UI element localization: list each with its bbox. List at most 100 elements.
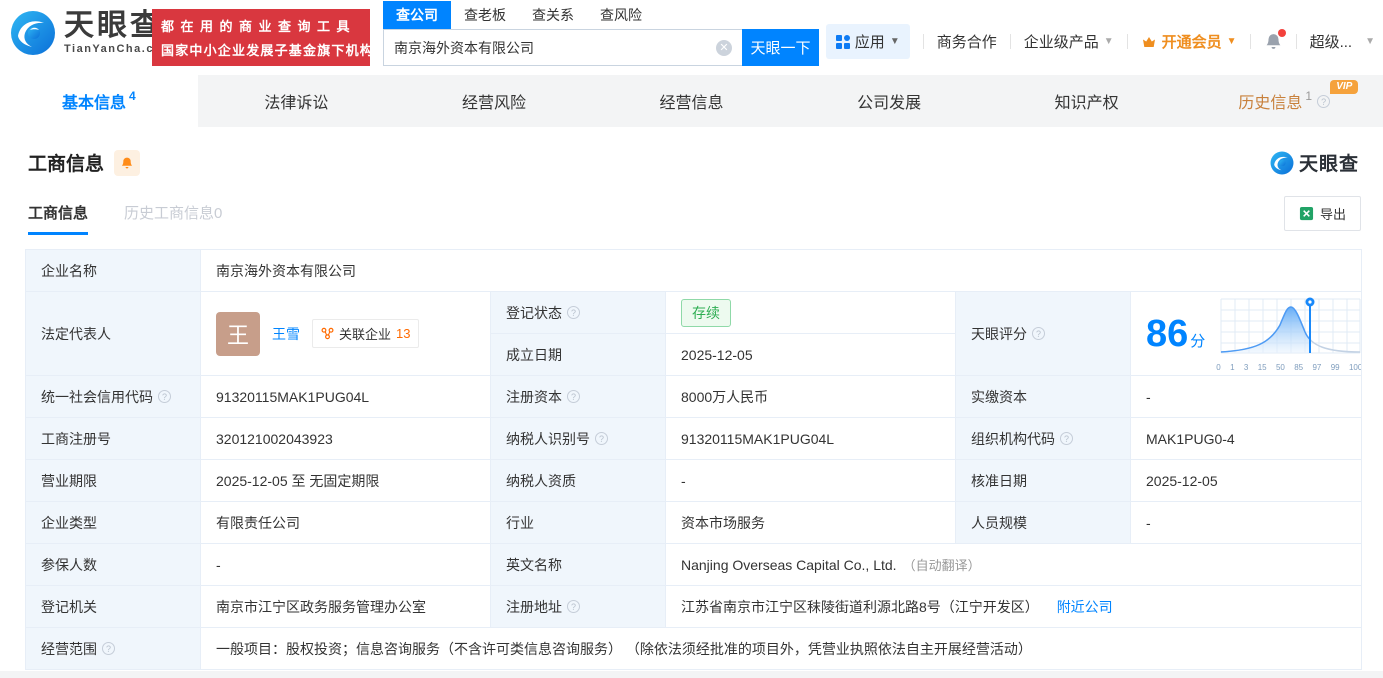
promo-line1: 都在用的商业查询工具: [161, 19, 357, 34]
tab-history-info[interactable]: VIP 历史信息 1: [1185, 75, 1383, 127]
help-icon[interactable]: [567, 600, 580, 613]
label-text: 登记状态: [506, 304, 562, 321]
score-curve-chart: [1220, 297, 1361, 354]
tab-label: 知识产权: [1054, 95, 1119, 112]
legal-rep-link[interactable]: 王雪: [272, 324, 300, 344]
org-code-label: 组织机构代码: [955, 417, 1131, 460]
search-box: ✕: [383, 29, 742, 66]
table-row: 企业类型 有限责任公司 行业 资本市场服务 人员规模 -: [25, 501, 1363, 544]
export-button[interactable]: 导出: [1283, 196, 1361, 231]
help-icon[interactable]: [158, 390, 171, 403]
tianyancha-watermark: 天眼查: [1270, 149, 1359, 176]
approval-date-label: 核准日期: [955, 459, 1131, 502]
top-header: 天眼查 TianYanCha.com 都在用的商业查询工具 国家中小企业发展子基…: [0, 0, 1383, 75]
search-tab-boss[interactable]: 查老板: [451, 1, 519, 29]
taxpayer-quality-label: 纳税人资质: [490, 459, 666, 502]
help-icon[interactable]: [567, 390, 580, 403]
search-tab-company[interactable]: 查公司: [383, 1, 451, 29]
tianyancha-logo-icon: [11, 11, 55, 55]
search-input[interactable]: [394, 39, 716, 56]
tab-intellectual-property[interactable]: 知识产权: [988, 75, 1186, 127]
reg-capital-label: 注册资本: [490, 375, 666, 418]
org-code-value: MAK1PUG0-4: [1129, 417, 1363, 460]
business-cooperation-link[interactable]: 商务合作: [937, 31, 997, 52]
crown-icon: [1142, 36, 1155, 47]
tianyancha-logo[interactable]: 天眼查 TianYanCha.com: [10, 10, 173, 56]
related-companies-count: 13: [396, 326, 411, 341]
score-cell: 86 分 0 1 3 15 50 85 97 99 100: [1129, 291, 1363, 376]
user-account-menu[interactable]: 超级...: [1310, 31, 1353, 52]
approval-date-value: 2025-12-05: [1129, 459, 1363, 502]
notification-bell[interactable]: [1264, 29, 1286, 51]
reg-address-label: 注册地址: [490, 585, 666, 628]
tab-legal-proceedings[interactable]: 法律诉讼: [198, 75, 396, 127]
taxpayer-id-label: 纳税人识别号: [490, 417, 666, 460]
table-row: 参保人数 - 英文名称 Nanjing Overseas Capital Co.…: [25, 543, 1363, 586]
chevron-down-icon: ▼: [889, 36, 900, 47]
taxpayer-quality-value: -: [665, 459, 956, 502]
search-tab-risk[interactable]: 查风险: [587, 1, 655, 29]
promo-banner: 都在用的商业查询工具 国家中小企业发展子基金旗下机构: [152, 9, 373, 66]
table-row: 企业名称 南京海外资本有限公司: [25, 249, 1363, 292]
related-companies-badge[interactable]: 关联企业 13: [312, 319, 420, 348]
reg-status-label: 登记状态: [490, 291, 666, 334]
search-button[interactable]: 天眼一下: [742, 29, 819, 66]
label-text: 纳税人识别号: [506, 430, 590, 447]
help-icon[interactable]: [1032, 327, 1045, 340]
chevron-down-icon[interactable]: ▼: [1365, 36, 1375, 47]
enterprise-products-label: 企业级产品: [1023, 34, 1099, 51]
score-axis-tick: 3: [1243, 363, 1249, 372]
tab-basic-info[interactable]: 基本信息 4: [0, 75, 198, 127]
credit-code-label: 统一社会信用代码: [25, 375, 201, 418]
score-axis-tick: 50: [1275, 363, 1285, 372]
section-header: 工商信息 天眼查: [28, 149, 1359, 176]
industry-label: 行业: [490, 501, 666, 544]
reg-number-value: 320121002043923: [200, 417, 491, 460]
help-icon[interactable]: [595, 432, 608, 445]
apps-grid-icon: [835, 34, 850, 49]
insured-count-value: -: [200, 543, 491, 586]
reg-address-value: 江苏省南京市江宁区秣陵街道利源北路8号（江宁开发区） 附近公司: [664, 585, 1363, 628]
help-icon[interactable]: [567, 306, 580, 319]
help-icon[interactable]: [1317, 94, 1331, 108]
score-value: 86: [1146, 312, 1189, 355]
subscribe-bell-button[interactable]: [114, 149, 141, 176]
staff-size-value: -: [1129, 501, 1363, 544]
clear-search-icon[interactable]: ✕: [716, 39, 732, 56]
help-icon[interactable]: [1060, 432, 1073, 445]
help-icon[interactable]: [102, 642, 115, 655]
tab-label: 历史信息: [1238, 95, 1303, 112]
watermark-text: 天眼查: [1298, 154, 1359, 175]
english-name-value: Nanjing Overseas Capital Co., Ltd. （自动翻译）: [664, 543, 1363, 586]
company-name-label: 企业名称: [25, 249, 201, 292]
label-text: 组织机构代码: [971, 430, 1055, 447]
biz-term-value: 2025-12-05 至 无固定期限: [200, 459, 491, 502]
tab-company-development[interactable]: 公司发展: [790, 75, 988, 127]
nearby-companies-link[interactable]: 附近公司: [1057, 599, 1113, 615]
notification-dot: [1277, 29, 1286, 37]
apps-menu[interactable]: 应用 ▼: [825, 24, 910, 59]
open-vip-menu[interactable]: 开通会员 ▼: [1141, 31, 1237, 52]
bell-icon: [121, 157, 133, 168]
avatar[interactable]: 王: [216, 311, 260, 356]
auto-translate-note: （自动翻译）: [902, 558, 981, 573]
excel-icon: [1299, 206, 1314, 221]
address-text: 江苏省南京市江宁区秣陵街道利源北路8号（江宁开发区）: [681, 598, 1039, 615]
section-title: 工商信息: [28, 154, 105, 175]
tab-count: 1: [1305, 89, 1313, 103]
apps-label: 应用: [854, 34, 885, 51]
enterprise-products-menu[interactable]: 企业级产品 ▼: [1024, 31, 1114, 52]
tab-business-info[interactable]: 经营信息: [593, 75, 791, 127]
subtab-business-registration[interactable]: 工商信息: [28, 202, 89, 235]
score-axis-tick: 100: [1348, 363, 1362, 372]
search-tab-relation[interactable]: 查关系: [519, 1, 587, 29]
subtab-history-registration[interactable]: 历史工商信息0: [124, 202, 222, 235]
reg-status-value: 存续: [665, 291, 956, 334]
score-axis-tick: 99: [1330, 363, 1340, 372]
search-tabs: 查公司 查老板 查关系 查风险: [383, 1, 819, 29]
table-row: 工商注册号 320121002043923 纳税人识别号 91320115MAK…: [25, 417, 1363, 460]
divider: [922, 34, 924, 49]
label-text: 注册资本: [506, 388, 562, 405]
export-label: 导出: [1319, 207, 1346, 222]
tab-operational-risk[interactable]: 经营风险: [395, 75, 593, 127]
